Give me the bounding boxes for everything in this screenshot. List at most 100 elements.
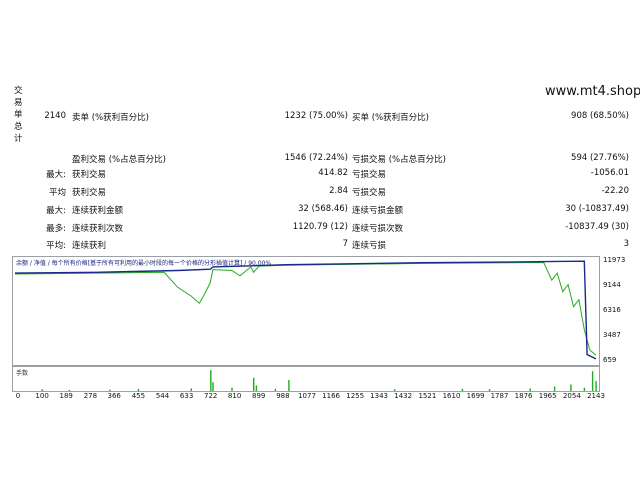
row-value: 7 xyxy=(342,239,348,249)
y-tick-label: 11973 xyxy=(603,256,626,264)
x-tick-label: 899 xyxy=(252,392,266,400)
volume-bar xyxy=(461,388,464,391)
row-value: 414.82 xyxy=(318,168,348,178)
row-key: 获利交易 xyxy=(72,188,107,198)
row-label: 最大: xyxy=(46,170,66,180)
side-char: 易 xyxy=(14,98,23,108)
x-tick-label: 2143 xyxy=(587,392,605,400)
row-value-2: 3 xyxy=(623,239,629,249)
x-tick-label: 988 xyxy=(276,392,290,400)
side-char: 计 xyxy=(14,134,23,144)
volume-bar xyxy=(274,388,277,391)
volume-bar xyxy=(231,387,233,391)
volume-bar xyxy=(210,370,212,391)
y-tick-label: 9144 xyxy=(603,281,621,289)
row-value: 1232 (75.00%) xyxy=(284,111,348,121)
balance-chart xyxy=(12,256,600,366)
balance-chart-svg xyxy=(14,260,597,360)
x-tick-label: 1787 xyxy=(490,392,509,400)
row-value: 32 (568.46) xyxy=(298,204,348,214)
x-tick-label: 2054 xyxy=(562,392,581,400)
volume-bar xyxy=(591,371,594,391)
volume-bar xyxy=(190,388,192,391)
row-key: 卖单 (%获利百分比) xyxy=(72,113,149,123)
row-label: 平均 xyxy=(48,188,66,198)
side-char: 交 xyxy=(14,86,23,96)
row-value-2: -10837.49 (30) xyxy=(565,222,629,232)
x-tick-label: 633 xyxy=(179,392,194,400)
x-tick-label: 0 xyxy=(15,392,21,400)
row-key-2: 亏损交易 xyxy=(352,170,387,180)
x-tick-label: 278 xyxy=(83,392,98,400)
y-tick-label: 659 xyxy=(603,356,617,364)
x-tick-label: 100 xyxy=(35,392,49,400)
x-tick-label: 1077 xyxy=(298,392,316,400)
row-key-2: 连续亏损金额 xyxy=(352,206,404,216)
row-value-2: 594 (27.76%) xyxy=(571,153,629,163)
row-label: 2140 xyxy=(44,111,66,121)
volume-bar xyxy=(137,388,140,391)
row-label: 平均: xyxy=(46,241,66,251)
volume-legend: 手数 xyxy=(16,370,29,377)
row-key: 连续获利金额 xyxy=(72,206,124,216)
row-label: 最大: xyxy=(46,206,66,216)
row-key: 盈利交易 (%占总百分比) xyxy=(72,155,166,165)
volume-chart-svg xyxy=(41,370,597,391)
chart-legend: 余额 / 净值 / 每个所有价格[基于所有可利用的最小时段的每一个价格的分形插值… xyxy=(16,260,272,267)
volume-bar xyxy=(255,385,258,391)
series-line-净值 xyxy=(14,261,597,356)
volume-bar xyxy=(41,389,43,391)
x-tick-label: 189 xyxy=(59,392,73,400)
volume-bar xyxy=(253,377,255,391)
row-value: 1546 (72.24%) xyxy=(284,153,348,163)
volume-bar xyxy=(529,388,531,391)
row-label: 最多: xyxy=(46,224,66,234)
x-tick-label: 1610 xyxy=(442,392,461,400)
row-value-2: 30 (-10837.49) xyxy=(565,204,629,214)
x-tick-label: 1166 xyxy=(322,392,341,400)
x-tick-label: 544 xyxy=(155,392,170,400)
row-value: 2.84 xyxy=(329,186,348,196)
x-tick-label: 1699 xyxy=(466,392,485,400)
side-label: 交 易 单 总 计 xyxy=(14,85,24,145)
row-value: 1120.79 (12) xyxy=(292,222,348,232)
row-value-2: 908 (68.50%) xyxy=(571,111,629,121)
volume-bar xyxy=(212,382,214,391)
row-value-2: -1056.01 xyxy=(590,168,629,178)
x-tick-label: 810 xyxy=(227,392,242,400)
volume-bar xyxy=(288,380,290,391)
row-key: 获利交易 xyxy=(72,170,107,180)
volume-chart xyxy=(12,366,600,392)
x-tick-label: 366 xyxy=(107,392,121,400)
x-tick-label: 1343 xyxy=(370,392,389,400)
y-tick-label: 6316 xyxy=(603,306,621,314)
side-char: 总 xyxy=(14,122,23,132)
row-key-2: 买单 (%获利百分比) xyxy=(352,113,429,123)
x-tick-label: 455 xyxy=(131,392,146,400)
volume-bar xyxy=(394,389,396,391)
volume-bar xyxy=(570,384,572,391)
x-tick-label: 1432 xyxy=(394,392,413,400)
row-key: 连续获利次数 xyxy=(72,224,124,234)
row-key-2: 亏损交易 (%占总百分比) xyxy=(352,155,446,165)
site-watermark: www.mt4.shop xyxy=(545,84,640,99)
row-key-2: 亏损交易 xyxy=(352,188,387,198)
side-char: 单 xyxy=(14,110,23,120)
volume-bar xyxy=(488,389,491,391)
volume-bar xyxy=(553,386,556,391)
series-line-余额 xyxy=(14,260,597,360)
y-tick-label: 3487 xyxy=(603,331,621,339)
row-value-2: -22.20 xyxy=(601,186,629,196)
row-key-2: 连续亏损 xyxy=(352,241,387,251)
volume-bar xyxy=(109,389,111,391)
x-tick-label: 1876 xyxy=(514,392,533,400)
x-tick-label: 1521 xyxy=(418,392,437,400)
x-tick-label: 1965 xyxy=(538,392,557,400)
x-tick-label: 722 xyxy=(204,392,218,400)
volume-bar xyxy=(583,387,586,391)
row-key-2: 连续亏损次数 xyxy=(352,224,404,234)
volume-bar xyxy=(595,381,597,391)
row-key: 连续获利 xyxy=(72,241,107,251)
volume-bar xyxy=(68,389,70,391)
x-tick-label: 1255 xyxy=(346,392,365,400)
